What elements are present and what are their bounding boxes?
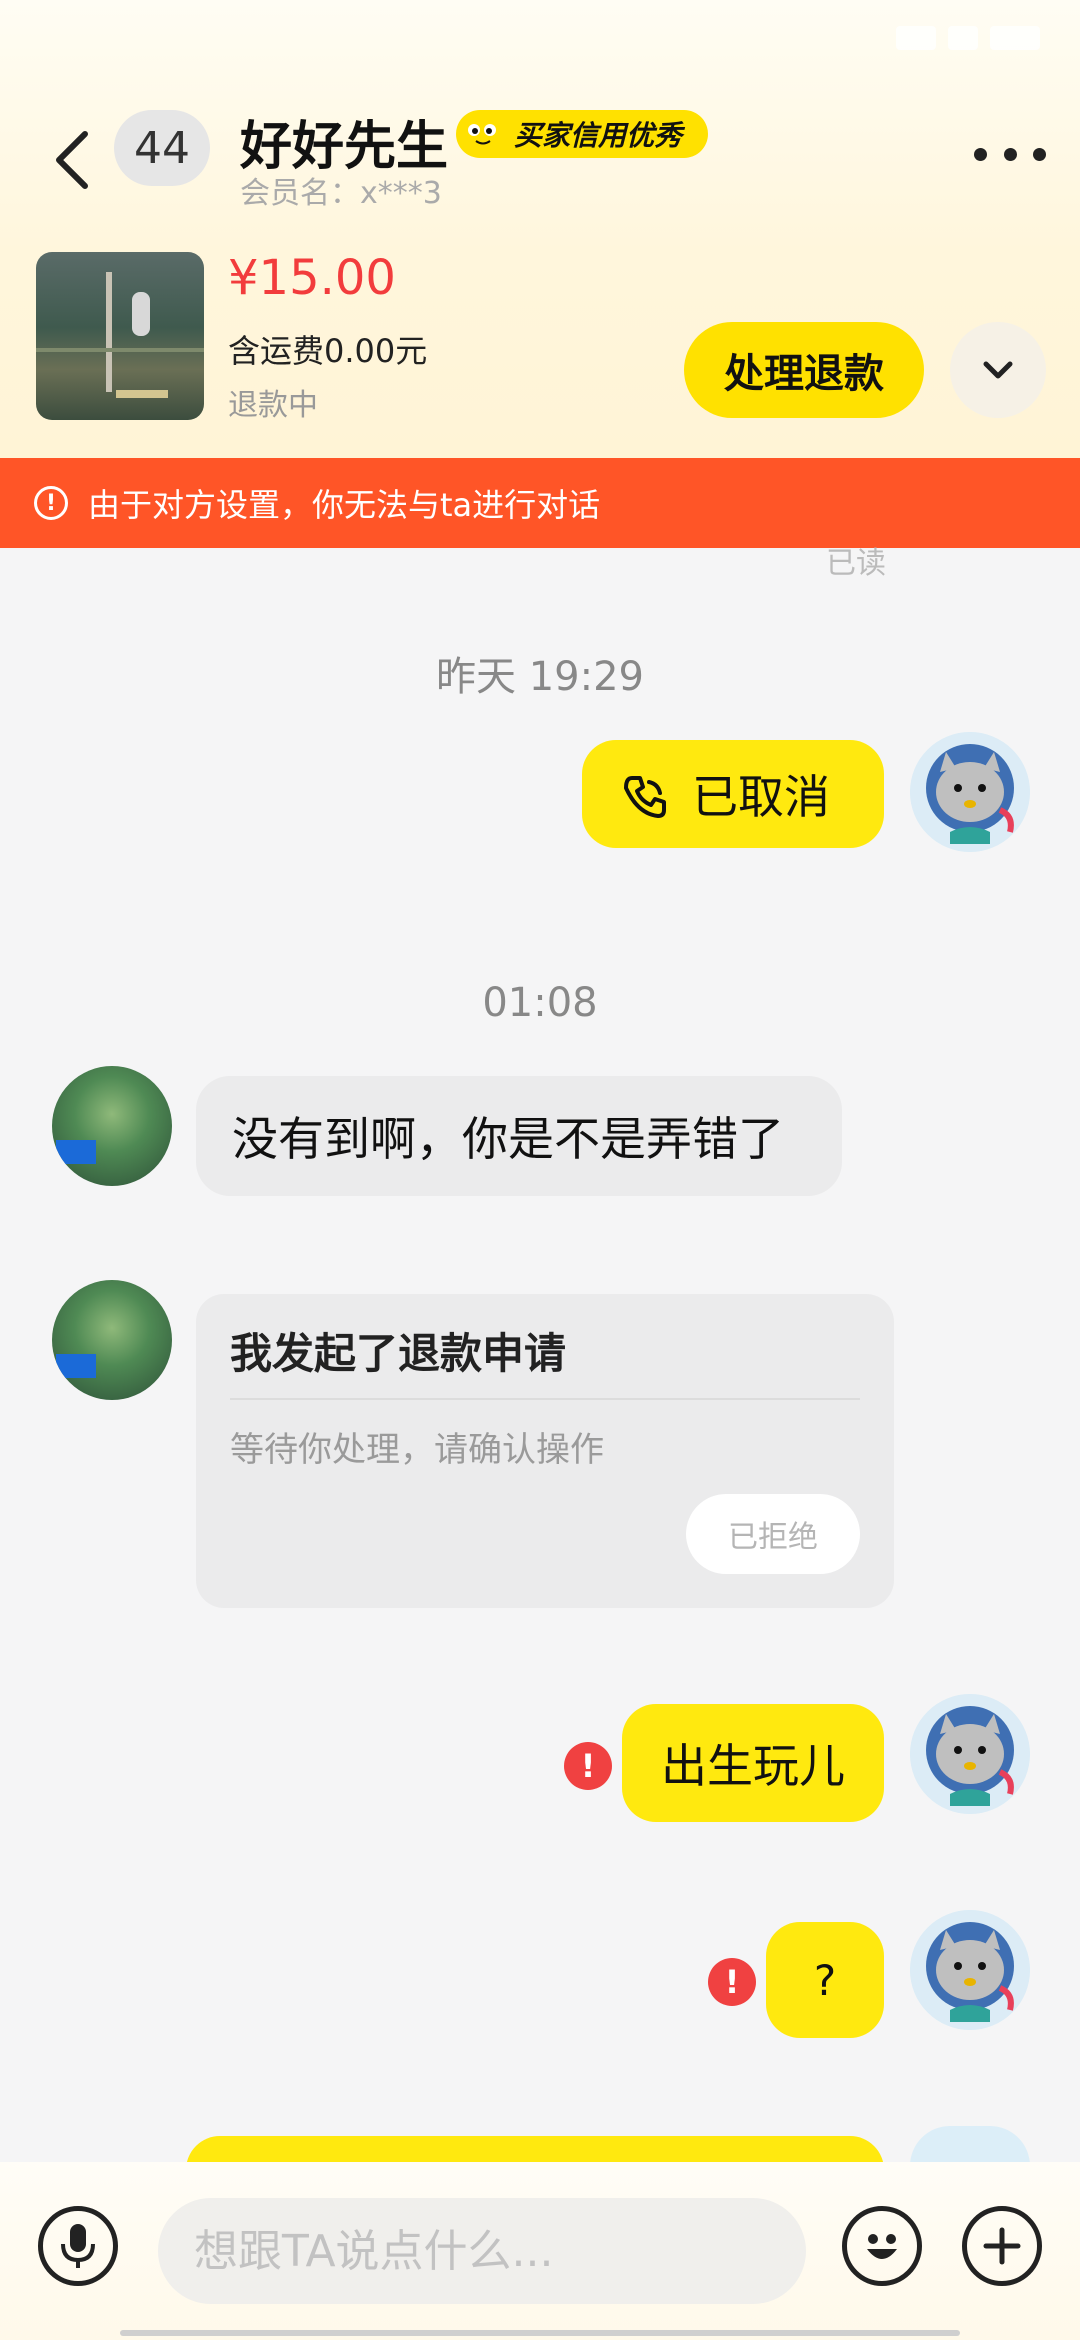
my-avatar[interactable] (910, 732, 1030, 852)
message-input-bar (0, 2162, 1080, 2340)
microphone-icon (61, 2224, 95, 2268)
thumb-detail (36, 348, 204, 352)
member-id: 会员名：x***3 (240, 176, 442, 211)
avatar-decoration (56, 1354, 96, 1378)
thumb-detail (106, 272, 112, 392)
phone-call-icon (624, 776, 666, 818)
refund-request-card[interactable]: 我发起了退款申请 等待你处理，请确认操作 已拒绝 (196, 1294, 894, 1608)
thumb-detail (116, 390, 168, 398)
message-timestamp: 01:08 (482, 980, 598, 1026)
product-thumbnail[interactable] (36, 252, 204, 420)
chat-header: 44 好好先生 买家信用优秀 会员名：x***3 ¥15.00 含运费0.00元… (0, 0, 1080, 458)
more-actions-button[interactable] (962, 2206, 1042, 2286)
credit-badge: 买家信用优秀 (456, 110, 709, 158)
avatar-decoration (56, 1140, 96, 1164)
more-dot-icon (974, 147, 987, 161)
refund-rejected-status: 已拒绝 (686, 1494, 860, 1574)
status-bar (0, 0, 1080, 90)
call-cancelled-bubble[interactable]: 已取消 (582, 740, 884, 848)
status-icons (896, 26, 1040, 50)
read-receipt: 已读 (826, 546, 886, 581)
my-avatar[interactable] (910, 1694, 1030, 1814)
chevron-left-icon (56, 131, 88, 189)
fish-mascot-icon (464, 117, 502, 151)
back-button[interactable] (48, 120, 98, 200)
process-refund-button[interactable]: 处理退款 (684, 322, 924, 418)
more-dot-icon (1033, 147, 1046, 161)
my-avatar[interactable] (910, 1910, 1030, 2030)
unread-count-badge[interactable]: 44 (114, 110, 210, 186)
message-timestamp: 昨天 19:29 (436, 654, 644, 700)
expand-button[interactable] (950, 322, 1046, 418)
outgoing-message-bubble[interactable]: ? (766, 1922, 884, 2038)
refund-card-subtitle: 等待你处理，请确认操作 (230, 1430, 604, 1470)
banner-text: 由于对方设置，你无法与ta进行对话 (88, 486, 601, 524)
warning-icon: ! (34, 486, 68, 520)
product-card[interactable]: ¥15.00 含运费0.00元 退款中 处理退款 (0, 250, 1080, 430)
refund-status: 退款中 (228, 388, 318, 423)
chevron-down-icon (983, 361, 1013, 379)
nav-row: 44 好好先生 买家信用优秀 会员名：x***3 (0, 110, 1080, 220)
incoming-message-bubble[interactable]: 没有到啊，你是不是弄错了 (196, 1076, 842, 1196)
emoji-icon (867, 2234, 897, 2259)
credit-badge-label: 买家信用优秀 (514, 119, 683, 152)
cat-avatar-icon (910, 1694, 1030, 1814)
thumb-detail (132, 292, 150, 336)
home-indicator[interactable] (120, 2330, 960, 2336)
shipping-fee: 含运费0.00元 (228, 332, 428, 370)
message-input[interactable] (158, 2198, 806, 2304)
wifi-icon (948, 26, 978, 50)
contact-avatar[interactable] (52, 1280, 172, 1400)
call-status-text: 已取消 (692, 770, 830, 824)
send-failed-icon[interactable]: ! (708, 1958, 756, 2006)
battery-icon (990, 26, 1040, 50)
more-options-button[interactable] (974, 136, 1046, 172)
voice-input-button[interactable] (38, 2206, 118, 2286)
more-dot-icon (1003, 147, 1017, 161)
card-divider (230, 1398, 860, 1400)
my-avatar[interactable] (910, 2126, 1030, 2166)
emoji-button[interactable] (842, 2206, 922, 2286)
signal-icon (896, 26, 936, 50)
cat-avatar-icon (910, 1910, 1030, 2030)
outgoing-message-bubble[interactable]: 出生玩儿 (622, 1704, 884, 1822)
refund-card-title: 我发起了退款申请 (230, 1329, 567, 1378)
plus-icon (983, 2227, 1021, 2265)
cat-avatar-icon (910, 732, 1030, 852)
product-price: ¥15.00 (228, 250, 396, 306)
chat-screen: 44 好好先生 买家信用优秀 会员名：x***3 ¥15.00 含运费0.00元… (0, 0, 1080, 2340)
send-failed-icon[interactable]: ! (564, 1742, 612, 1790)
contact-avatar[interactable] (52, 1066, 172, 1186)
chat-blocked-banner: ! 由于对方设置，你无法与ta进行对话 (0, 458, 1080, 548)
